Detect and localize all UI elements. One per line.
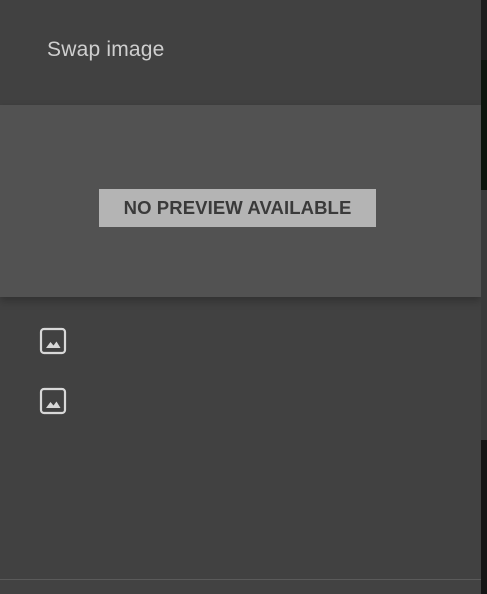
image-icon — [39, 327, 67, 355]
background-window-edge — [481, 0, 487, 594]
image-icon — [39, 387, 67, 415]
image-option-1[interactable] — [28, 317, 78, 361]
image-options-list — [0, 297, 481, 579]
panel-footer — [0, 580, 481, 594]
edge-segment — [481, 0, 487, 60]
edge-segment — [481, 60, 487, 190]
no-preview-label: NO PREVIEW AVAILABLE — [99, 189, 376, 227]
image-option-2[interactable] — [28, 377, 78, 421]
edge-segment — [481, 190, 487, 440]
edge-segment — [481, 440, 487, 594]
panel-title: Swap image — [47, 38, 165, 61]
panel-header: Swap image — [0, 0, 481, 105]
swap-image-panel: Swap image NO PREVIEW AVAILABLE — [0, 0, 481, 594]
